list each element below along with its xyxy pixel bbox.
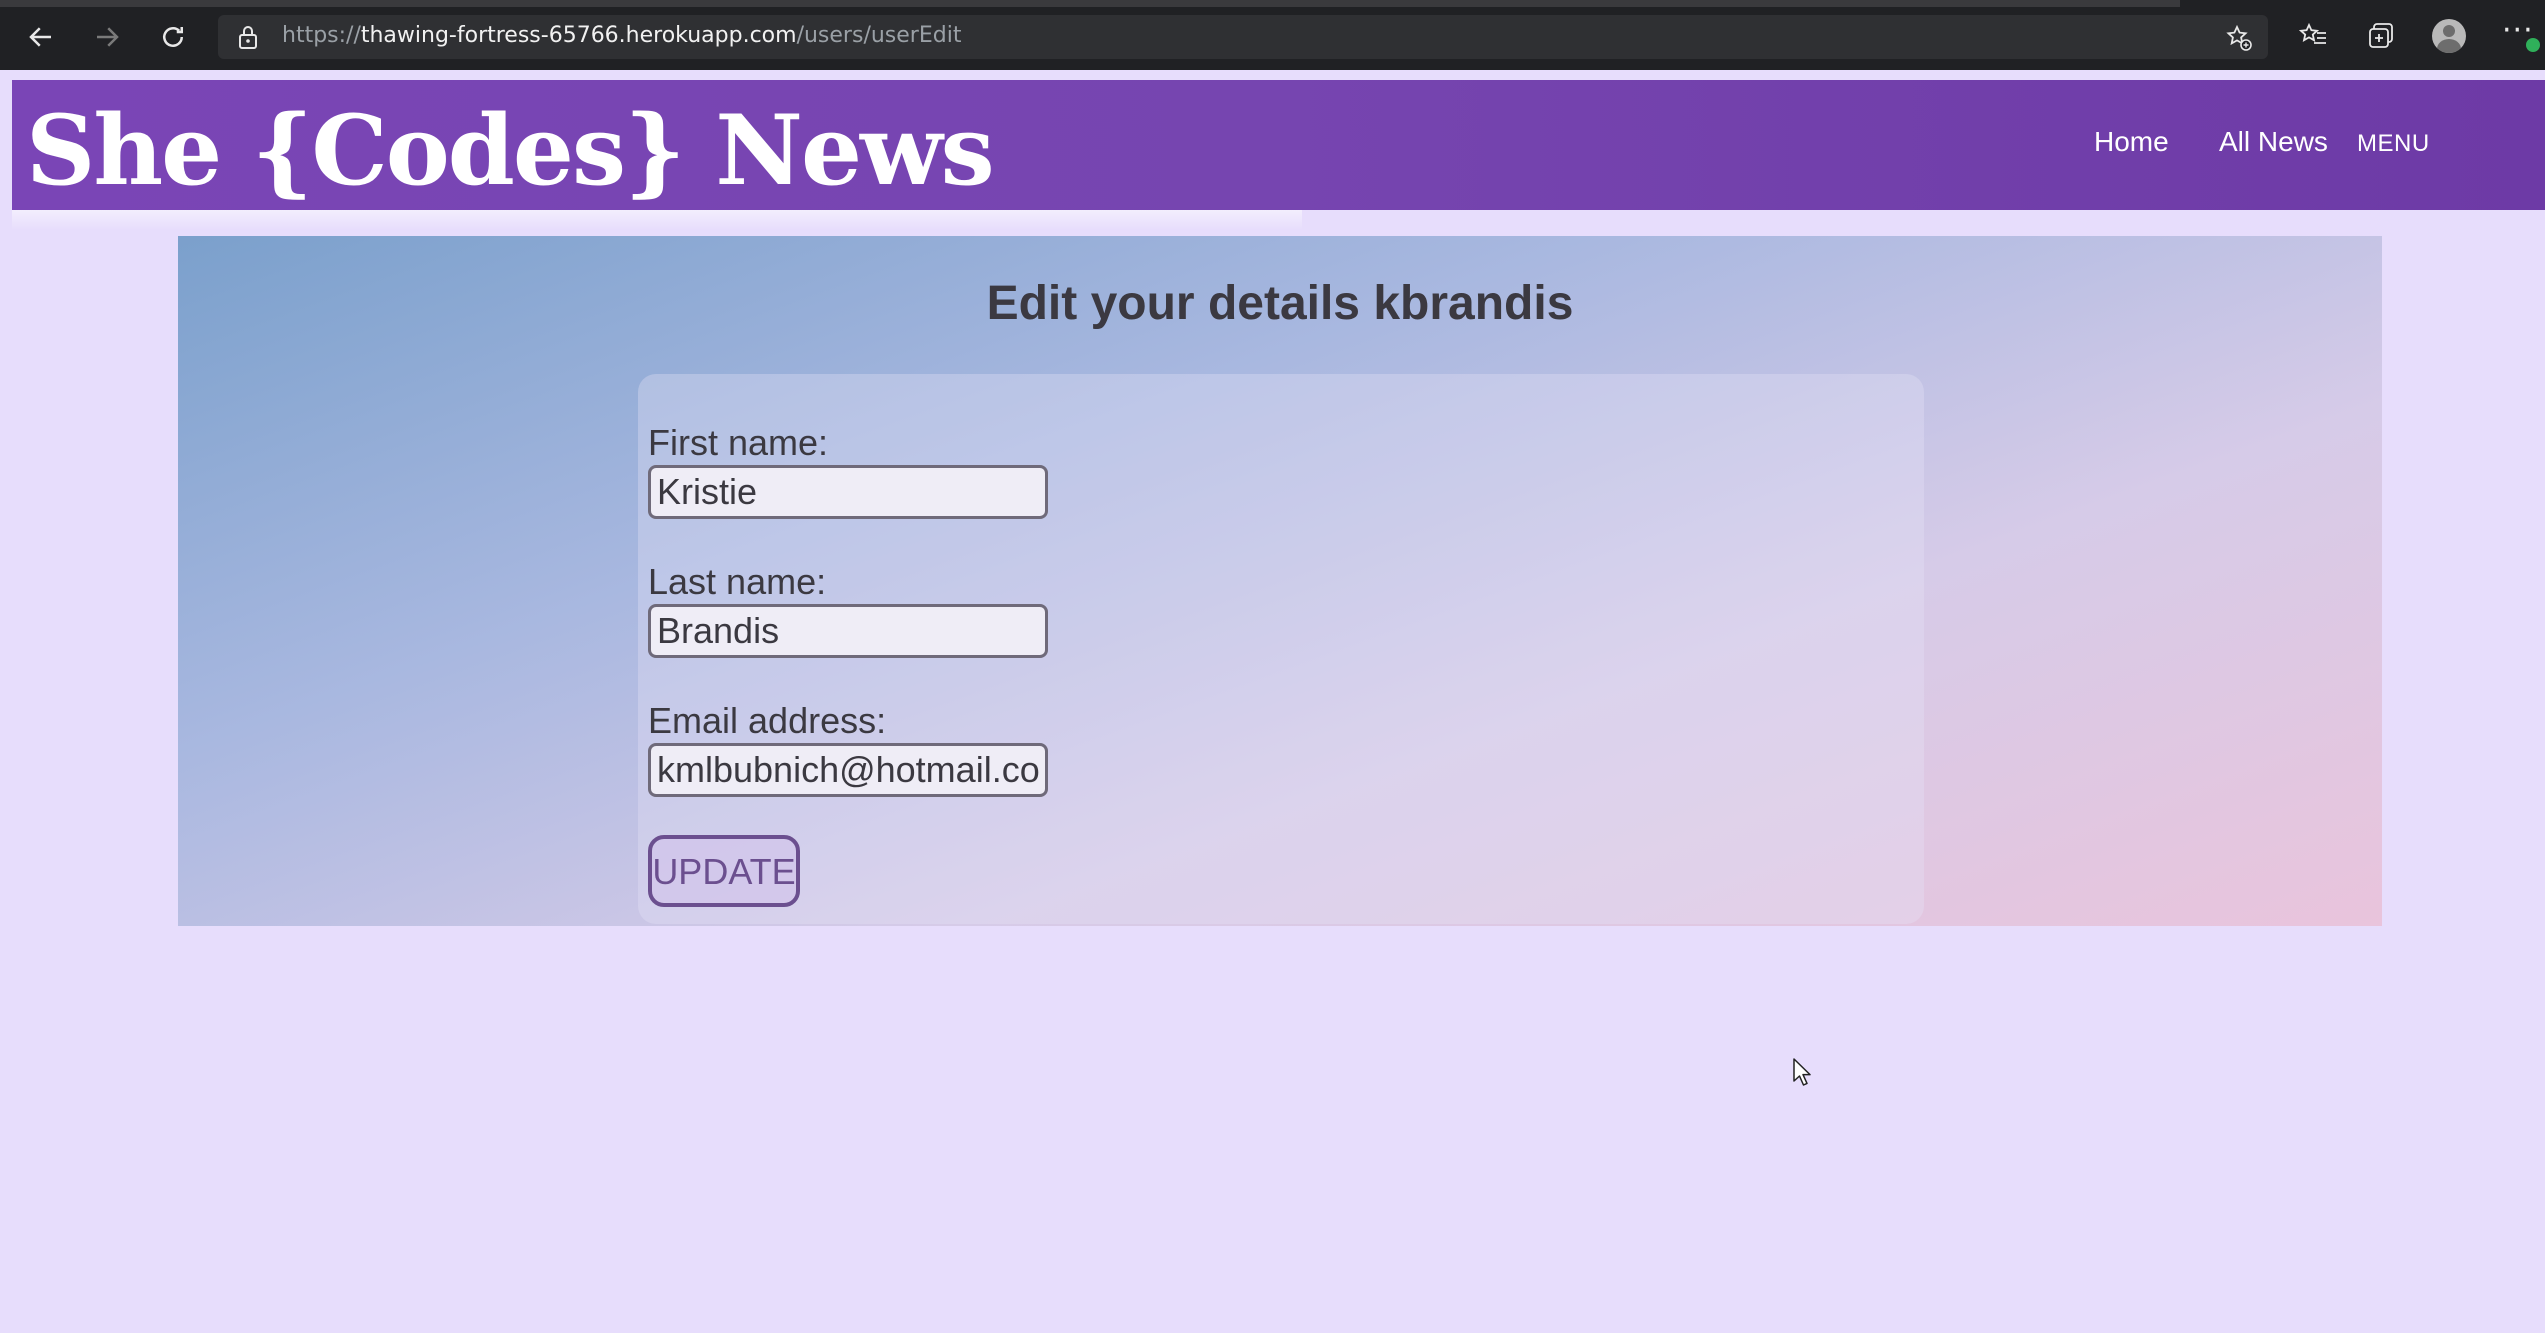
tab-strip	[0, 0, 2180, 7]
url-text[interactable]: https://thawing-fortress-65766.herokuapp…	[282, 23, 961, 48]
edit-details-form: First name: Last name: Email address: UP…	[638, 374, 1924, 924]
nav-home-link[interactable]: Home	[2094, 126, 2169, 158]
main-panel: Edit your details kbrandis First name: L…	[178, 236, 2382, 926]
email-label: Email address:	[648, 700, 887, 741]
lock-icon[interactable]	[236, 24, 260, 50]
address-bar[interactable]: https://thawing-fortress-65766.herokuapp…	[218, 15, 2268, 59]
browser-toolbar: https://thawing-fortress-65766.herokuapp…	[0, 0, 2545, 70]
site-logo[interactable]: She {Codes} News	[26, 86, 995, 216]
forward-icon[interactable]	[84, 14, 130, 60]
url-path: /users/userEdit	[796, 23, 962, 48]
site-header: She {Codes} News Home All News MENU	[12, 80, 2545, 210]
header-shadow	[12, 210, 1302, 230]
avatar-body	[2437, 39, 2461, 53]
nav-all-news-link[interactable]: All News	[2219, 126, 2328, 158]
add-favorite-icon[interactable]	[2224, 23, 2254, 53]
more-icon[interactable]: ···	[2502, 16, 2542, 54]
refresh-icon[interactable]	[150, 14, 196, 60]
avatar-head	[2443, 25, 2455, 37]
back-icon[interactable]	[18, 14, 64, 60]
first-name-label: First name:	[648, 422, 829, 463]
favorites-icon[interactable]	[2296, 18, 2332, 54]
url-scheme: https://	[282, 23, 361, 48]
update-button[interactable]: UPDATE	[648, 835, 800, 907]
url-host: thawing-fortress-65766.herokuapp.com	[360, 23, 797, 48]
email-input[interactable]	[648, 743, 1048, 797]
last-name-input[interactable]	[648, 604, 1048, 658]
page-title: Edit your details kbrandis	[986, 277, 1574, 330]
last-name-label: Last name:	[648, 561, 827, 602]
profile-avatar[interactable]	[2432, 19, 2466, 53]
update-badge	[2526, 38, 2540, 52]
mouse-cursor-icon	[1793, 1058, 1811, 1086]
first-name-input[interactable]	[648, 465, 1048, 519]
collections-icon[interactable]	[2364, 18, 2400, 54]
nav-menu-button[interactable]: MENU	[2357, 130, 2430, 158]
